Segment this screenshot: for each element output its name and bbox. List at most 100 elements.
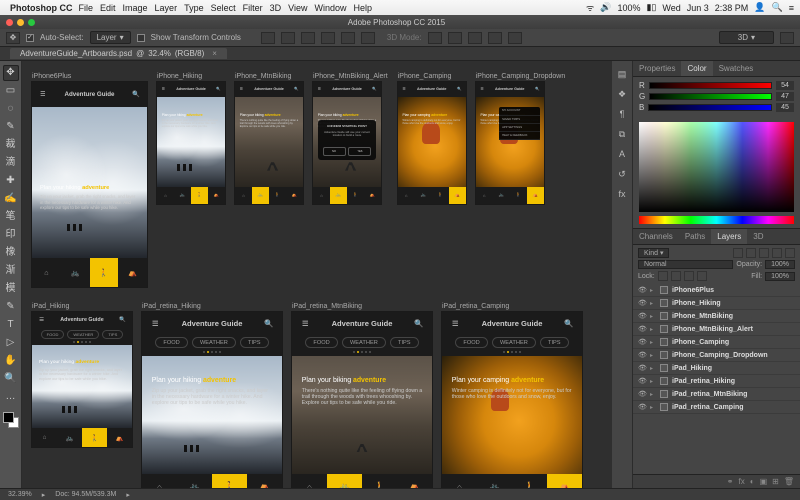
category-tab[interactable]: FOOD <box>41 330 65 339</box>
visibility-toggle-icon[interactable]: 👁 <box>638 286 646 294</box>
nav-item[interactable]: ⌂ <box>313 187 330 204</box>
color-picker[interactable] <box>639 122 794 212</box>
artboard-label[interactable]: iPad_retina_Camping <box>442 303 582 310</box>
layer-row[interactable]: 👁 ▸ iPad_retina_Hiking <box>633 375 800 388</box>
user-icon[interactable]: 👤 <box>754 2 765 13</box>
volume-icon[interactable]: 🔊 <box>600 2 611 13</box>
disclosure-icon[interactable]: ▸ <box>650 365 656 372</box>
nav-item[interactable]: 🚶 <box>512 474 547 488</box>
visibility-toggle-icon[interactable]: 👁 <box>638 390 646 398</box>
3d-icon[interactable] <box>448 32 462 44</box>
layer-row[interactable]: 👁 ▸ iPhone_MtnBiking_Alert <box>633 323 800 336</box>
layer-name[interactable]: iPhone_MtnBiking <box>672 313 733 320</box>
artboard[interactable]: ☰ Adventure Guide 🔍 FOODWEATHERTIPS Plan… <box>292 312 432 488</box>
opacity-input[interactable]: 100% <box>765 260 795 269</box>
category-tab[interactable]: TIPS <box>390 337 419 348</box>
nav-item[interactable]: ⌂ <box>292 474 327 488</box>
lock-icon[interactable] <box>684 271 694 281</box>
b-slider[interactable] <box>648 104 772 111</box>
nav-item[interactable]: 🚲 <box>330 187 347 204</box>
disclosure-icon[interactable]: ▸ <box>650 339 656 346</box>
foreground-color-swatch[interactable] <box>3 412 14 423</box>
menu-type[interactable]: Type <box>184 3 204 13</box>
new-group-icon[interactable]: ▣ <box>760 477 768 486</box>
category-tab[interactable]: WEATHER <box>67 330 99 339</box>
layer-row[interactable]: 👁 ▸ iPad_Hiking <box>633 362 800 375</box>
menu-layer[interactable]: Layer <box>155 3 178 13</box>
nav-item[interactable]: ⌂ <box>398 187 415 204</box>
menu-icon[interactable]: ☰ <box>316 87 322 91</box>
doc-size[interactable]: Doc: 94.5M/539.3M <box>55 491 116 498</box>
tool-2[interactable]: ◌ <box>3 101 19 117</box>
nav-item[interactable]: 🚶 <box>82 428 107 447</box>
search-icon[interactable]: 🔍 <box>262 319 275 328</box>
nav-item[interactable]: 🚲 <box>174 187 191 204</box>
tool-3[interactable]: ✎ <box>3 119 19 135</box>
distribute-icon[interactable] <box>341 32 355 44</box>
tool-14[interactable]: T <box>3 317 19 333</box>
artboard-label[interactable]: iPhone_MtnBiking_Alert <box>313 73 388 80</box>
layer-name[interactable]: iPhone_Camping_Dropdown <box>672 352 768 359</box>
zoom-level[interactable]: 32.39% <box>8 491 32 498</box>
layers-list[interactable]: 👁 ▸ iPhone6Plus 👁 ▸ iPhone_Hiking 👁 ▸ iP… <box>633 284 800 474</box>
layer-row[interactable]: 👁 ▸ iPad_retina_Camping <box>633 401 800 414</box>
layer-row[interactable]: 👁 ▸ iPad_retina_MtnBiking <box>633 388 800 401</box>
fill-input[interactable]: 100% <box>765 272 795 281</box>
layer-name[interactable]: iPhone_MtnBiking_Alert <box>672 326 753 333</box>
3d-icon[interactable] <box>508 32 522 44</box>
link-layers-icon[interactable]: ⚭ <box>727 477 734 486</box>
new-layer-icon[interactable]: ⊞ <box>772 477 779 486</box>
menu-filter[interactable]: Filter <box>243 3 263 13</box>
category-tab[interactable]: TIPS <box>102 330 123 339</box>
nav-item[interactable]: ⌂ <box>142 474 177 488</box>
artboard[interactable]: ☰ Adventure Guide 🔍 Plan your hiking adv… <box>32 82 147 287</box>
panel-tab-3d[interactable]: 3D <box>747 229 769 244</box>
nav-item[interactable]: ⌂ <box>32 428 57 447</box>
visibility-toggle-icon[interactable]: 👁 <box>638 299 646 307</box>
tool-4[interactable]: 裁 <box>3 137 19 153</box>
panel-tab-channels[interactable]: Channels <box>633 229 679 244</box>
search-icon[interactable]: 🔍 <box>131 90 141 98</box>
nav-item[interactable]: 🚶 <box>269 187 286 204</box>
category-tab[interactable]: FOOD <box>155 337 187 348</box>
close-window-button[interactable] <box>6 19 13 26</box>
nav-item[interactable]: 🚶 <box>191 187 208 204</box>
menu-icon[interactable]: ☰ <box>160 87 166 91</box>
visibility-toggle-icon[interactable]: 👁 <box>638 364 646 372</box>
alert-no-button[interactable]: NO <box>323 147 346 156</box>
tool-1[interactable]: ▭ <box>3 83 19 99</box>
dropdown-item[interactable]: HELP & FEEDBACK <box>499 132 540 140</box>
tool-6[interactable]: ✚ <box>3 173 19 189</box>
nav-item[interactable]: 🚶 <box>90 258 119 287</box>
nav-item[interactable]: 🚶 <box>362 474 397 488</box>
search-icon[interactable]: 🔍 <box>294 87 300 91</box>
disclosure-icon[interactable]: ▸ <box>650 378 656 385</box>
nav-item[interactable]: 🚲 <box>415 187 432 204</box>
category-tab[interactable]: FOOD <box>305 337 337 348</box>
tool-9[interactable]: 印 <box>3 227 19 243</box>
panel-tab-color[interactable]: Color <box>681 61 712 76</box>
search-icon[interactable]: 🔍 <box>118 317 127 323</box>
auto-select-checkbox[interactable] <box>26 34 34 42</box>
menu-icon[interactable]: ☰ <box>238 87 244 91</box>
layer-name[interactable]: iPhone6Plus <box>672 287 714 294</box>
panel-tab-swatches[interactable]: Swatches <box>713 61 760 76</box>
disclosure-icon[interactable]: ▸ <box>650 313 656 320</box>
layer-row[interactable]: 👁 ▸ iPhone_Camping <box>633 336 800 349</box>
artboard[interactable]: ☰ Adventure Guide 🔍 FOODWEATHERTIPS Plan… <box>442 312 582 488</box>
menu-file[interactable]: File <box>79 3 94 13</box>
align-icon[interactable] <box>301 32 315 44</box>
nav-item[interactable]: 🚶 <box>347 187 364 204</box>
artboard[interactable]: ☰ Adventure Guide 🔍 FOODWEATHERTIPS Plan… <box>32 312 132 447</box>
layer-filter-kind[interactable]: Kind ▾ <box>638 248 669 258</box>
spotlight-icon[interactable]: 🔍 <box>772 2 783 13</box>
chevron-icon[interactable]: ▸ <box>42 491 46 499</box>
layer-name[interactable]: iPhone_Camping <box>672 339 729 346</box>
menu-icon[interactable]: ☰ <box>401 87 407 91</box>
tool-12[interactable]: 模 <box>3 281 19 297</box>
layer-row[interactable]: 👁 ▸ iPhone_Hiking <box>633 297 800 310</box>
artboard-label[interactable]: iPhone_Hiking <box>157 73 225 80</box>
lock-icon[interactable] <box>658 271 668 281</box>
document-tab[interactable]: AdventureGuide_Artboards.psd @ 32.4% (RG… <box>10 48 227 59</box>
tool-13[interactable]: ✎ <box>3 299 19 315</box>
